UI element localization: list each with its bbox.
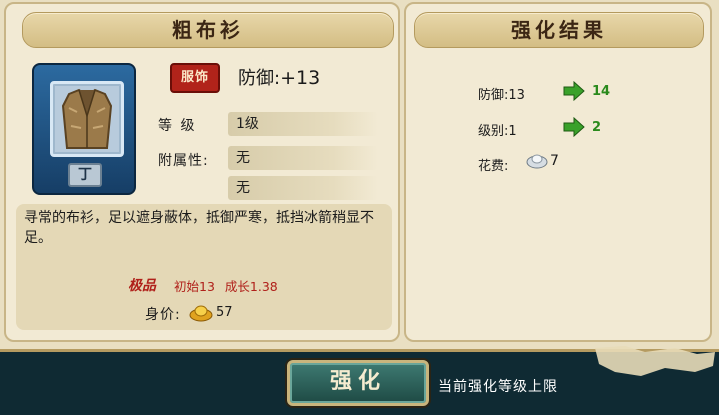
main-frame: 粗布衫 丁 服饰 防御:+13 等 级 1级 附属性: 无 无 寻常的布衫，足以… [0,0,719,352]
level-label: 等 级 [158,118,197,134]
item-type-badge: 服饰 [170,63,220,93]
quality-stats: 初始13 成长1.38 [174,276,288,295]
green-arrow-icon [563,117,585,137]
cost-label: 花费: [478,159,509,174]
initial-stat: 初始13 [174,279,215,294]
price-value: 57 [216,305,233,320]
result-level-new: 2 [592,120,602,135]
item-name-title: 粗布衫 [22,12,394,48]
scroll-decoration [595,346,715,376]
item-description: 寻常的布衫，足以遮身蔽体，抵御严寒，抵挡冰箭稍显不足。 [24,210,374,246]
defense-value: +13 [280,67,321,89]
defense-stat: 防御:+13 [238,64,320,90]
item-portrait: 丁 [32,63,136,195]
enhance-button[interactable]: 强化 [287,360,429,406]
result-defense-new: 14 [592,84,611,99]
gold-ingot-icon [189,305,213,322]
price-label: 身价: [145,307,181,323]
result-panel: 强化结果 [404,2,712,342]
garment-vest-icon [55,86,119,152]
attached-value-1: 无 [228,146,378,170]
item-image-frame [50,81,124,157]
status-text: 当前强化等级上限 [438,379,558,395]
attached-label: 附属性: [158,153,209,169]
defense-label: 防御: [238,68,281,89]
growth-stat: 成长1.38 [224,279,278,294]
result-level-old: 级别:1 [478,124,517,139]
result-title: 强化结果 [414,12,704,48]
result-defense-old: 防御:13 [478,88,525,103]
silver-ingot-icon [526,154,548,169]
grade-tag: 丁 [68,163,102,187]
attached-value-2: 无 [228,176,378,200]
green-arrow-icon [563,81,585,101]
level-value: 1级 [228,112,378,136]
quality-label: 极品 [128,278,156,294]
cost-value: 7 [550,153,559,169]
